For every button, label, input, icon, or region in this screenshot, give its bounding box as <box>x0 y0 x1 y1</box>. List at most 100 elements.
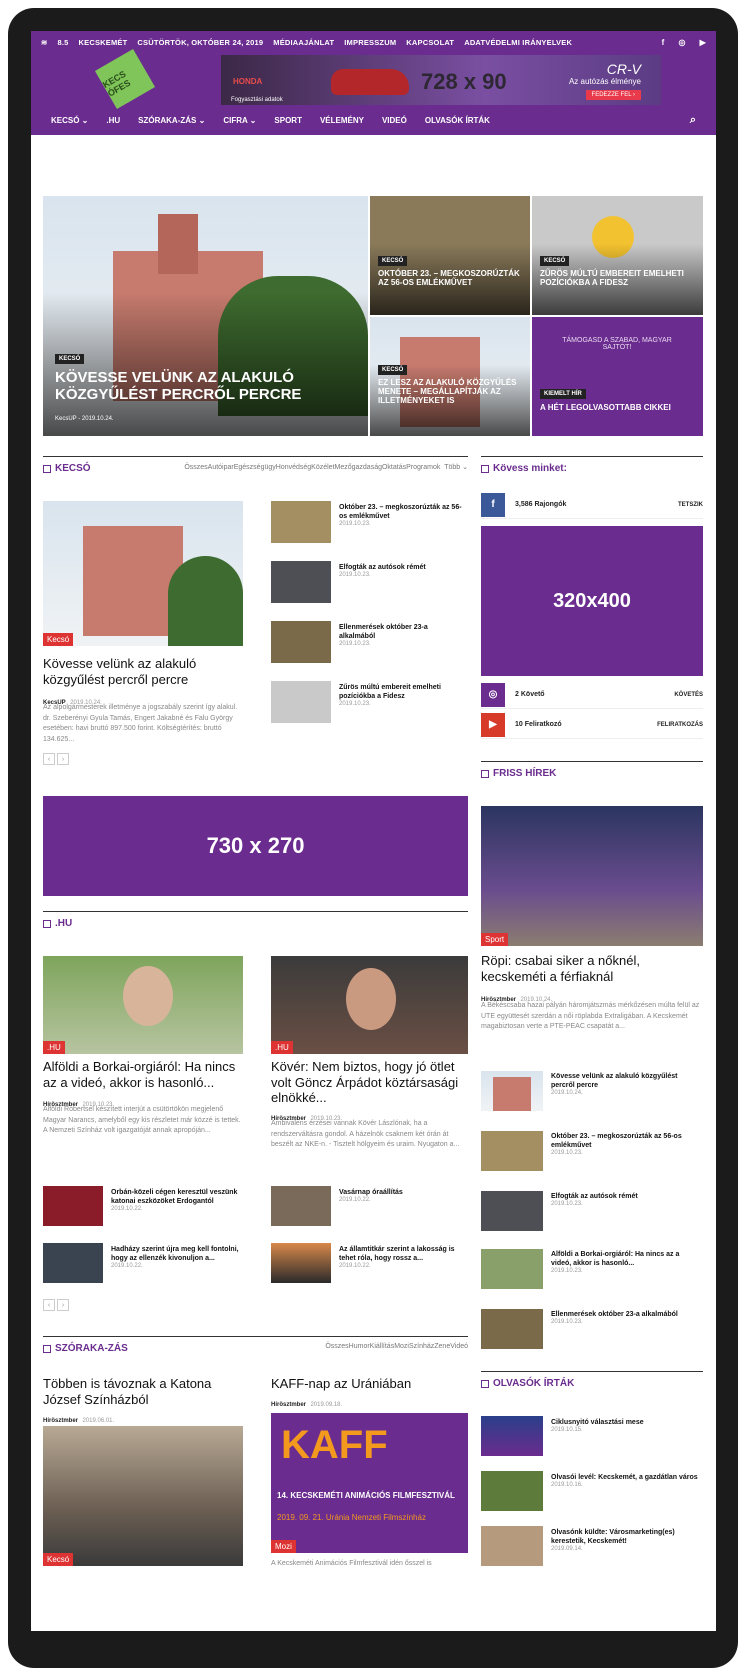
follow-youtube[interactable]: ▶ 10 Feliratkozó FELIRATKOZÁS <box>481 711 703 739</box>
site-logo[interactable]: KECS ÓFES <box>94 48 156 110</box>
youtube-icon[interactable]: ▶ <box>700 38 706 47</box>
olvasok-list-title-1[interactable]: Ciklusnyitó választási mese <box>551 1418 701 1427</box>
section-hu-title[interactable]: .HU <box>55 918 72 929</box>
link-mediaajanlat[interactable]: MÉDIAAJÁNLAT <box>273 38 334 47</box>
szoraka-a2-image[interactable]: KAFF 14. KECSKEMÉTI ANIMÁCIÓS FILMFESZTI… <box>271 1413 468 1553</box>
kecso-list-title-4[interactable]: Zűrös múltú embereit emelheti pozíciókba… <box>339 683 464 701</box>
hero-tile-4-title[interactable]: A HÉT LEGOLVASOTTABB CIKKEI <box>540 403 695 412</box>
link-adatvedelem[interactable]: ADATVÉDELMI IRÁNYELVEK <box>464 38 572 47</box>
instagram-follow-button[interactable]: KÖVETÉS <box>674 692 703 698</box>
olvasok-list-title-3[interactable]: Olvasónk küldte: Városmarketing(es) kere… <box>551 1528 701 1546</box>
szoraka-a1-title[interactable]: Többen is távoznak a Katona József Szính… <box>43 1376 243 1407</box>
instagram-icon[interactable]: ◎ <box>678 38 685 47</box>
follow-facebook[interactable]: f 3,586 Rajongók TETSZIK <box>481 491 703 519</box>
hu-a2-badge[interactable]: .HU <box>271 1041 293 1054</box>
szoraka-a1-image[interactable]: Kecsó <box>43 1426 243 1566</box>
hu-a1-title[interactable]: Alföldi a Borkai-orgiáról: Ha nincs az a… <box>43 1059 243 1090</box>
szoraka-a2-author[interactable]: Hírösztmber <box>271 1402 306 1408</box>
hero-tile-3-title[interactable]: EZ LESZ AZ ALAKULÓ KÖZGYŰLÉS MENETE – ME… <box>378 378 526 406</box>
friss-thumb-1[interactable] <box>481 1071 543 1111</box>
friss-list-title-3[interactable]: Elfogták az autósok rémét <box>551 1192 701 1201</box>
hero-tile-1-title[interactable]: OKTÓBER 23. – MEGKOSZORÚZTÁK AZ 56-OS EM… <box>378 269 526 287</box>
hu-small-thumb-4[interactable] <box>271 1243 331 1283</box>
hero-tile-1[interactable]: KECSÓ OKTÓBER 23. – MEGKOSZORÚZTÁK AZ 56… <box>370 196 530 315</box>
hu-a2-image[interactable]: .HU <box>271 956 468 1054</box>
ad-320x400[interactable]: 320x400 <box>481 526 703 676</box>
hu-small-thumb-1[interactable] <box>43 1186 103 1226</box>
hu-small-title-2[interactable]: Vasárnap óraállítás <box>339 1188 469 1197</box>
hero-main-title[interactable]: KÖVESSE VELÜNK AZ ALAKULÓ KÖZGYŰLÉST PER… <box>55 369 305 404</box>
friss-title[interactable]: FRISS HÍREK <box>493 768 556 779</box>
kecso-more-dropdown[interactable]: Több ⌄ <box>444 464 468 471</box>
hu-a1-badge[interactable]: .HU <box>43 1041 65 1054</box>
nav-sport[interactable]: SPORT <box>274 116 302 125</box>
friss-list-title-1[interactable]: Kövesse velünk az alakuló közgyűlést per… <box>551 1072 701 1090</box>
follow-instagram[interactable]: ◎ 2 Követő KÖVETÉS <box>481 681 703 709</box>
hu-small-thumb-2[interactable] <box>271 1186 331 1226</box>
next-page-button[interactable]: › <box>57 753 69 765</box>
link-kapcsolat[interactable]: KAPCSOLAT <box>406 38 454 47</box>
nav-olvasok[interactable]: OLVASÓK ÍRTÁK <box>425 116 490 125</box>
hero-tile-2[interactable]: KECSÓ ZŰRÖS MÚLTÚ EMBEREIT EMELHETI POZÍ… <box>532 196 703 315</box>
friss-thumb-5[interactable] <box>481 1309 543 1349</box>
olvasok-list-title-2[interactable]: Olvasói levél: Kecskemét, a gazdátlan vá… <box>551 1473 701 1482</box>
kecso-filters[interactable]: ÖsszesAutóiparEgészségügyHonvédségKözéle… <box>184 463 468 471</box>
browser-viewport[interactable]: ≋ 8.5 KECSKEMÉT CSÜTÖRTÖK, OKTÓBER 24, 2… <box>31 31 716 1631</box>
friss-main-title[interactable]: Röpi: csabai siker a nőknél, kecskeméti … <box>481 953 703 984</box>
friss-thumb-2[interactable] <box>481 1131 543 1171</box>
friss-main-image[interactable]: Sport <box>481 806 703 946</box>
kecso-main-badge[interactable]: Kecsó <box>43 633 74 646</box>
ad-cta-button[interactable]: FEDEZZE FEL › <box>585 90 641 100</box>
section-kecso-title[interactable]: KECSÓ <box>55 463 91 474</box>
search-icon[interactable]: ⌕ <box>690 114 696 127</box>
olvasok-thumb-2[interactable] <box>481 1471 543 1511</box>
hu-small-title-4[interactable]: Az államtitkár szerint a lakosság is teh… <box>339 1245 469 1263</box>
youtube-subscribe-button[interactable]: FELIRATKOZÁS <box>657 722 703 728</box>
prev-page-button[interactable]: ‹ <box>43 1299 55 1311</box>
prev-page-button[interactable]: ‹ <box>43 753 55 765</box>
hero-main[interactable]: KECSÓ KÖVESSE VELÜNK AZ ALAKULÓ KÖZGYŰLÉ… <box>43 196 368 436</box>
friss-list-title-2[interactable]: Október 23. – megkoszorúzták az 56-os em… <box>551 1132 701 1150</box>
facebook-like-button[interactable]: TETSZIK <box>678 502 703 508</box>
hero-tile-2-title[interactable]: ZŰRÖS MÚLTÚ EMBEREIT EMELHETI POZÍCIÓKBA… <box>540 269 695 287</box>
friss-thumb-3[interactable] <box>481 1191 543 1231</box>
szoraka-a2-badge[interactable]: Mozi <box>271 1540 296 1553</box>
kecso-main-image[interactable]: Kecsó <box>43 501 243 646</box>
kecso-list-thumb-1[interactable] <box>271 501 331 543</box>
friss-list-title-5[interactable]: Ellenmerések október 23-a alkalmából <box>551 1310 701 1319</box>
nav-cifra[interactable]: CIFRA ⌄ <box>223 116 256 125</box>
banner-ad[interactable]: HONDA 728 x 90 CR-V Az autózás élménye F… <box>221 55 661 105</box>
kecso-list-title-3[interactable]: Ellenmerések október 23-a alkalmából <box>339 623 464 641</box>
hero-tile-4[interactable]: TÁMOGASD A SZABAD, MAGYAR SAJTÓT! KIEMEL… <box>532 317 703 436</box>
kecso-list-thumb-4[interactable] <box>271 681 331 723</box>
szoraka-a1-author[interactable]: Hírösztmber <box>43 1418 78 1424</box>
facebook-icon[interactable]: f <box>662 38 665 47</box>
hu-small-thumb-3[interactable] <box>43 1243 103 1283</box>
friss-main-badge[interactable]: Sport <box>481 933 509 946</box>
kecso-list-title-1[interactable]: Október 23. – megkoszorúzták az 56-os em… <box>339 503 464 521</box>
friss-thumb-4[interactable] <box>481 1249 543 1289</box>
kecso-list-title-2[interactable]: Elfogták az autósok rémét <box>339 563 464 572</box>
kecso-list-thumb-3[interactable] <box>271 621 331 663</box>
hu-a1-image[interactable]: .HU <box>43 956 243 1054</box>
ad-730x270[interactable]: 730 x 270 <box>43 796 468 896</box>
nav-hu[interactable]: .HU <box>106 116 120 125</box>
olvasok-thumb-3[interactable] <box>481 1526 543 1566</box>
hu-small-title-3[interactable]: Hadházy szerint újra meg kell fontolni, … <box>111 1245 246 1263</box>
szoraka-a1-badge[interactable]: Kecsó <box>43 1553 74 1566</box>
olvasok-thumb-1[interactable] <box>481 1416 543 1456</box>
kecso-list-thumb-2[interactable] <box>271 561 331 603</box>
hu-a2-title[interactable]: Kövér: Nem biztos, hogy jó ötlet volt Gö… <box>271 1059 468 1106</box>
next-page-button[interactable]: › <box>57 1299 69 1311</box>
olvasok-title[interactable]: OLVASÓK ÍRTÁK <box>493 1378 574 1389</box>
hu-small-title-1[interactable]: Orbán-közeli cégen keresztül veszünk kat… <box>111 1188 246 1206</box>
section-szorakozas-title[interactable]: SZÓRAKA-ZÁS <box>55 1343 128 1354</box>
nav-velemeny[interactable]: VÉLEMÉNY <box>320 116 364 125</box>
nav-video[interactable]: VIDEÓ <box>382 116 407 125</box>
hero-tile-3[interactable]: KECSÓ EZ LESZ AZ ALAKULÓ KÖZGYŰLÉS MENET… <box>370 317 530 436</box>
link-impresszum[interactable]: IMPRESSZUM <box>344 38 396 47</box>
nav-kecso[interactable]: KECSÓ ⌄ <box>51 116 88 125</box>
szorakozas-filters[interactable]: ÖsszesHumorKiállításMoziSzínházZeneVideó <box>325 1343 468 1350</box>
nav-szorakozas[interactable]: SZÓRAKA-ZÁS ⌄ <box>138 116 205 125</box>
szoraka-a2-title[interactable]: KAFF-nap az Urániában <box>271 1376 468 1392</box>
